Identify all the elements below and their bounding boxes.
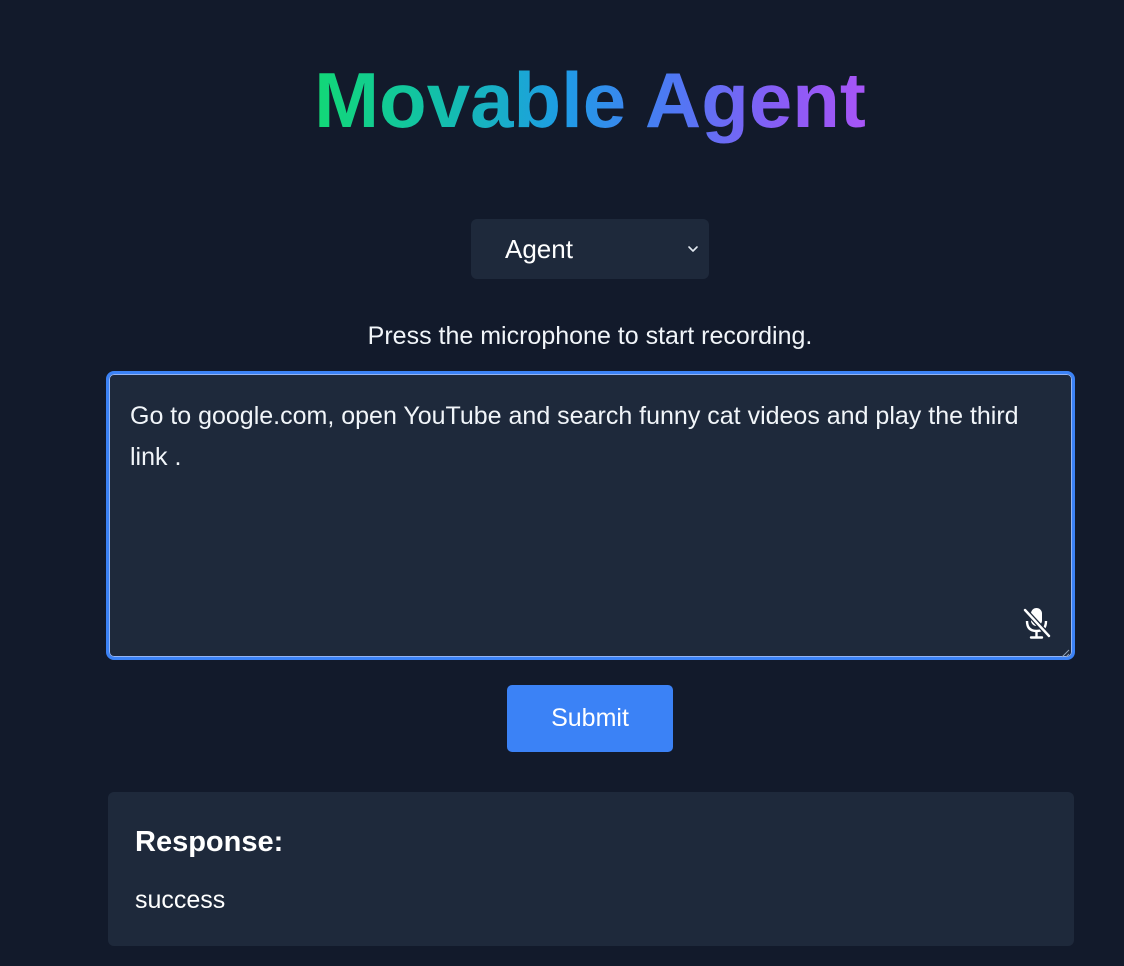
resize-handle-icon[interactable]: [1060, 645, 1070, 658]
app-title-text: Movable Agent: [314, 56, 866, 144]
prompt-textarea[interactable]: Go to google.com, open YouTube and searc…: [106, 371, 1075, 660]
recording-hint: Press the microphone to start recording.: [367, 322, 813, 350]
prompt-text: Go to google.com, open YouTube and searc…: [130, 402, 1019, 471]
mode-select[interactable]: Agent: [471, 219, 709, 279]
mode-select-value: Agent: [505, 234, 573, 264]
chevron-down-icon: [685, 241, 701, 257]
response-panel: Response: success: [108, 792, 1074, 946]
app-title: Movable Agent: [0, 52, 1124, 148]
microphone-off-icon[interactable]: [1020, 605, 1054, 641]
page: Movable Agent Agent Press the microphone…: [0, 0, 1124, 966]
response-value: success: [135, 886, 226, 914]
submit-button[interactable]: Submit: [507, 685, 673, 752]
response-label: Response:: [135, 826, 284, 858]
